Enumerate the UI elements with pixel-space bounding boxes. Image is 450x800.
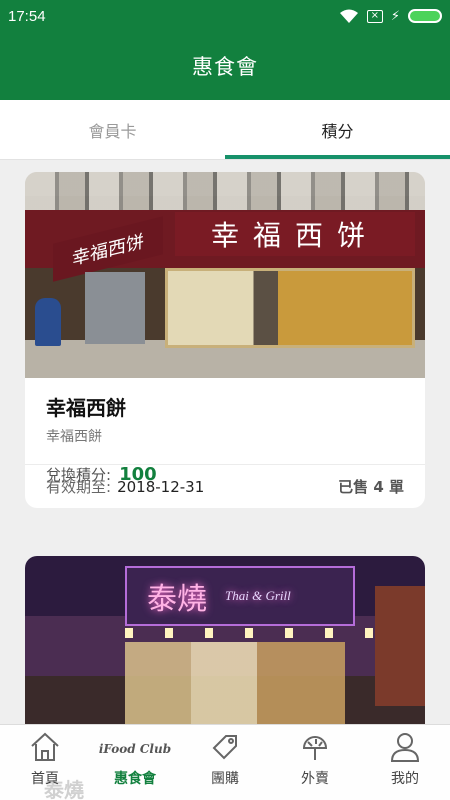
offer-card[interactable]: 幸福西饼 幸福西饼 幸福西餅 幸福西餅 兌換積分: 100 有效期至: 2018… — [25, 172, 425, 508]
nav-group-buy[interactable]: 團購 — [180, 725, 270, 800]
photo-door — [85, 272, 145, 344]
nav-label: 外賣 — [301, 771, 329, 787]
store-name: 幸福西餅 — [46, 396, 126, 420]
status-bar: 17:54 × ⚡ — [0, 0, 450, 32]
charging-icon: ⚡ — [390, 8, 400, 24]
nav-ifood-club[interactable]: iFood Club 惠食會 — [90, 725, 180, 800]
home-icon — [31, 732, 59, 761]
neon-sign-text: 泰燒 — [147, 582, 207, 617]
status-time: 17:54 — [8, 7, 46, 25]
tab-label: 積分 — [321, 121, 354, 141]
no-sim-icon: × — [366, 9, 383, 23]
expiry-label: 有效期至: — [46, 478, 112, 496]
photo-person — [35, 298, 61, 346]
store-photo: 泰燒 Thai & Grill — [25, 556, 425, 724]
photo-signboard: 幸福西饼 — [175, 212, 415, 256]
sold-count: 已售 4 單 — [338, 478, 404, 496]
store-subtitle: 幸福西餅 — [46, 429, 102, 445]
nav-label: 我的 — [391, 771, 419, 787]
store-photo: 幸福西饼 幸福西饼 — [25, 172, 425, 378]
nav-label: 惠食會 — [114, 771, 156, 787]
tab-bar: 會員卡 積分 — [0, 100, 450, 160]
page-title: 惠食會 — [192, 56, 258, 79]
neon-sign-subtext: Thai & Grill — [225, 588, 291, 603]
ifood-club-logo: iFood Club — [98, 742, 172, 756]
photo-side-wall — [375, 586, 425, 706]
photo-shop-window — [165, 268, 415, 348]
tab-points[interactable]: 積分 — [225, 100, 450, 159]
app-bar: 惠食會 — [0, 32, 450, 100]
photo-glass-front — [125, 642, 345, 724]
tab-member-card[interactable]: 會員卡 — [0, 100, 225, 159]
battery-icon — [408, 9, 442, 23]
tab-label: 會員卡 — [88, 121, 137, 141]
nav-delivery[interactable]: 外賣 — [270, 725, 360, 800]
expiry-date: 2018-12-31 — [117, 477, 205, 496]
tag-icon — [212, 735, 237, 760]
offer-card[interactable]: 泰燒 Thai & Grill — [25, 556, 425, 724]
photo-lights — [125, 628, 385, 638]
wifi-icon — [339, 9, 358, 23]
user-icon — [390, 733, 420, 762]
card-footer: 有效期至: 2018-12-31 已售 4 單 — [25, 464, 425, 508]
status-icons: × ⚡ — [339, 8, 442, 24]
offer-list[interactable]: 幸福西饼 幸福西饼 幸福西餅 幸福西餅 兌換積分: 100 有效期至: 2018… — [0, 160, 450, 724]
delivery-icon — [302, 736, 328, 760]
photo-neon-sign: 泰燒 Thai & Grill — [125, 566, 355, 626]
card-name-behind-nav: 泰燒 — [44, 778, 84, 800]
photo-building — [25, 172, 425, 210]
nav-label: 團購 — [211, 771, 239, 787]
nav-profile[interactable]: 我的 — [360, 725, 450, 800]
